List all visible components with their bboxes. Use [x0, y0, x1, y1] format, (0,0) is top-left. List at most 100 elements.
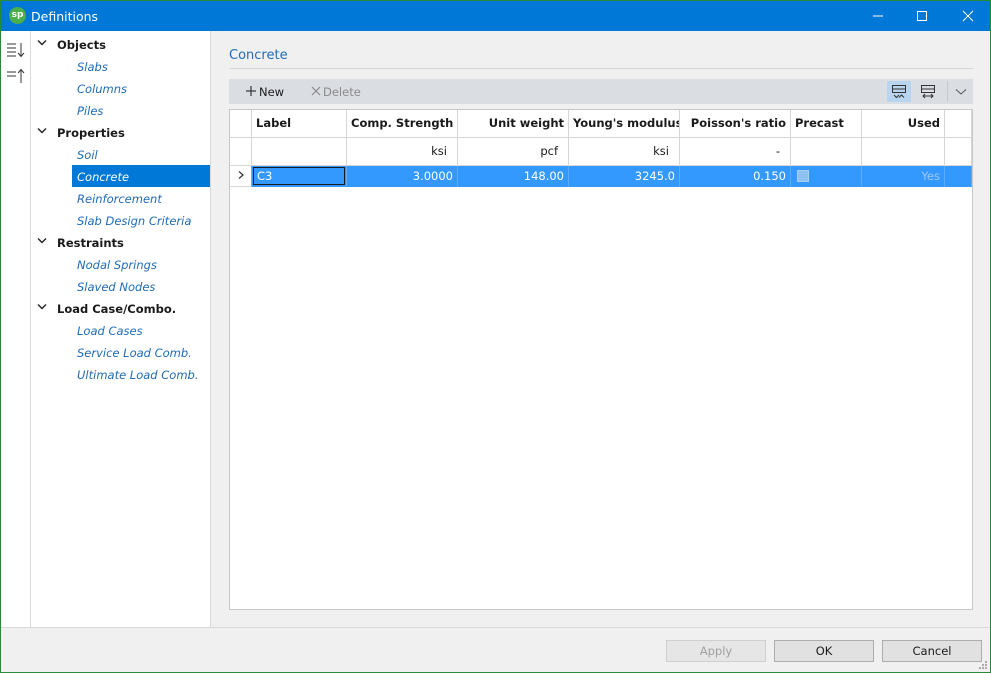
table-row[interactable]: C3 3.0000 148.00 3245.0 0.150 Yes	[230, 166, 972, 187]
row-header-corner	[230, 138, 252, 166]
column-header-unit-weight[interactable]: Unit weight	[458, 110, 569, 138]
unit-comp-strength: ksi	[347, 138, 458, 166]
resize-grip-icon[interactable]	[978, 660, 988, 670]
horizontal-layout-icon	[921, 85, 935, 99]
cancel-button[interactable]: Cancel	[882, 640, 982, 662]
tree-group-restraints[interactable]: Restraints	[31, 231, 211, 253]
column-header-comp-strength[interactable]: Comp. Strength	[347, 110, 458, 138]
column-header-label[interactable]: Label	[252, 110, 347, 138]
toolbar-separator	[947, 81, 948, 102]
delete-button[interactable]: Delete	[309, 83, 379, 101]
tree-item-ultimate-load-comb[interactable]: Ultimate Load Comb.	[72, 363, 210, 385]
cell-used: Yes	[862, 166, 945, 187]
tree-group-properties[interactable]: Properties	[31, 121, 211, 143]
cell-comp-strength[interactable]: 3.0000	[347, 166, 458, 187]
grid-toolbar: New Delete	[229, 79, 973, 104]
close-button[interactable]	[945, 1, 991, 31]
tree-group-label: Load Case/Combo.	[57, 302, 177, 316]
tree-item-label: Slabs	[77, 60, 108, 74]
tree-item-label: Soil	[77, 148, 98, 162]
tree-item-soil[interactable]: Soil	[72, 143, 210, 165]
column-header-youngs-modulus[interactable]: Young's modulus	[569, 110, 680, 138]
row-header-corner	[230, 110, 252, 138]
cell-precast[interactable]	[791, 166, 862, 187]
apply-button[interactable]: Apply	[666, 640, 766, 662]
column-header-precast[interactable]: Precast	[791, 110, 862, 138]
cell-youngs-modulus[interactable]: 3245.0	[569, 166, 680, 187]
tree-item-label: Reinforcement	[77, 192, 162, 206]
maximize-button[interactable]	[899, 1, 945, 31]
tree-item-label: Piles	[77, 104, 104, 118]
tree-item-columns[interactable]: Columns	[72, 77, 210, 99]
cell-filler	[945, 166, 972, 187]
cell-label[interactable]: C3	[252, 166, 347, 187]
vertical-layout-button[interactable]	[887, 81, 911, 102]
tree-group-load-case-combo[interactable]: Load Case/Combo.	[31, 297, 211, 319]
tree-item-service-load-comb[interactable]: Service Load Comb.	[72, 341, 210, 363]
app-logo-icon: sp	[9, 7, 26, 24]
tree-item-label: Nodal Springs	[77, 258, 157, 272]
cell-poissons-ratio[interactable]: 0.150	[680, 166, 791, 187]
delete-x-icon	[311, 86, 321, 96]
unit-label	[252, 138, 347, 166]
definitions-window: sp Definitions Objects Slabs Columns Pil…	[0, 0, 991, 673]
tree-item-label: Load Cases	[77, 324, 143, 338]
tree-item-label: Service Load Comb.	[77, 346, 192, 360]
new-button-label: New	[259, 85, 285, 99]
tree-item-label: Slab Design Criteria	[77, 214, 192, 228]
vertical-layout-icon	[892, 85, 906, 99]
tree-item-nodal-springs[interactable]: Nodal Springs	[72, 253, 210, 275]
column-header-used[interactable]: Used	[862, 110, 945, 138]
collapse-all-icon[interactable]	[6, 67, 26, 85]
label-value[interactable]: C3	[253, 167, 345, 185]
tree-toolstrip	[1, 31, 31, 627]
tree-item-reinforcement[interactable]: Reinforcement	[72, 187, 210, 209]
minimize-button[interactable]	[855, 1, 901, 31]
toolbar-dropdown-button[interactable]	[949, 81, 973, 102]
tree-item-concrete[interactable]: Concrete	[72, 165, 210, 187]
section-title: Concrete	[229, 48, 288, 63]
unit-filler	[945, 138, 972, 166]
tree-group-label: Objects	[57, 38, 106, 52]
expand-all-icon[interactable]	[6, 40, 26, 58]
dialog-footer: Apply OK Cancel	[1, 627, 990, 672]
chevron-down-icon	[37, 238, 47, 244]
grid-header-row: Label Comp. Strength Unit weight Young's…	[230, 110, 972, 138]
tree-item-label: Concrete	[77, 170, 130, 184]
unit-precast	[791, 138, 862, 166]
plus-icon	[246, 86, 256, 96]
ok-button[interactable]: OK	[774, 640, 874, 662]
precast-checkbox[interactable]	[797, 170, 809, 182]
tree-item-piles[interactable]: Piles	[72, 99, 210, 121]
cell-unit-weight[interactable]: 148.00	[458, 166, 569, 187]
window-title: Definitions	[31, 9, 99, 24]
unit-used	[862, 138, 945, 166]
tree-item-slaved-nodes[interactable]: Slaved Nodes	[72, 275, 210, 297]
unit-poissons-ratio: -	[680, 138, 791, 166]
chevron-down-icon	[955, 89, 967, 95]
column-header-filler	[945, 110, 972, 138]
tree-group-objects[interactable]: Objects	[31, 33, 211, 55]
tree-group-label: Restraints	[57, 236, 124, 250]
definitions-tree: Objects Slabs Columns Piles Properties S…	[31, 31, 211, 627]
column-header-poissons-ratio[interactable]: Poisson's ratio	[680, 110, 791, 138]
chevron-down-icon	[37, 128, 47, 134]
tree-item-load-cases[interactable]: Load Cases	[72, 319, 210, 341]
tree-group-label: Properties	[57, 126, 125, 140]
tree-item-slabs[interactable]: Slabs	[72, 55, 210, 77]
unit-youngs-modulus: ksi	[569, 138, 680, 166]
new-button[interactable]: New	[245, 83, 305, 101]
unit-unit-weight: pcf	[458, 138, 569, 166]
horizontal-layout-button[interactable]	[916, 81, 940, 102]
grid-units-row: ksi pcf ksi -	[230, 138, 972, 166]
maximize-icon	[917, 11, 927, 21]
tree-item-label: Columns	[77, 82, 128, 96]
section-divider	[229, 68, 973, 69]
title-bar: sp Definitions	[1, 1, 990, 31]
chevron-down-icon	[37, 304, 47, 310]
delete-button-label: Delete	[323, 85, 361, 99]
tree-item-slab-design-criteria[interactable]: Slab Design Criteria	[72, 209, 210, 231]
row-header[interactable]	[230, 166, 252, 187]
tree-item-label: Slaved Nodes	[77, 280, 156, 294]
chevron-right-icon	[238, 171, 244, 179]
